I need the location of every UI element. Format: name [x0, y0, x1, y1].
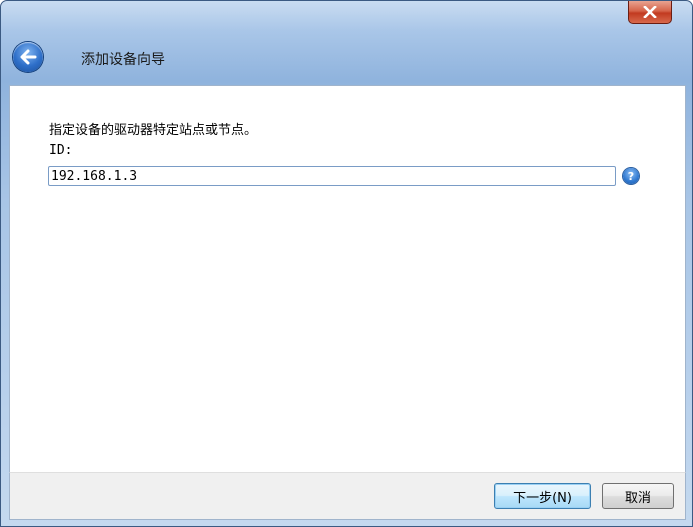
- instruction-text: 指定设备的驱动器特定站点或节点。: [49, 123, 258, 138]
- cancel-button[interactable]: 取消: [602, 483, 674, 509]
- next-button[interactable]: 下一步(N): [494, 483, 591, 509]
- close-icon: [643, 6, 657, 18]
- back-button[interactable]: [13, 42, 43, 72]
- title-bar: 添加设备向导: [1, 1, 692, 85]
- id-label: ID:: [49, 143, 73, 158]
- button-bar: 下一步(N) 取消: [9, 472, 686, 520]
- wizard-title: 添加设备向导: [81, 52, 165, 68]
- id-input[interactable]: [48, 166, 616, 186]
- close-button[interactable]: [628, 1, 672, 24]
- wizard-window: 添加设备向导 指定设备的驱动器特定站点或节点。 ID: ? 下一步(N) 取消: [0, 0, 693, 527]
- content-panel: 指定设备的驱动器特定站点或节点。 ID: ?: [9, 85, 686, 472]
- back-arrow-icon: [20, 49, 37, 65]
- help-icon[interactable]: ?: [623, 168, 639, 184]
